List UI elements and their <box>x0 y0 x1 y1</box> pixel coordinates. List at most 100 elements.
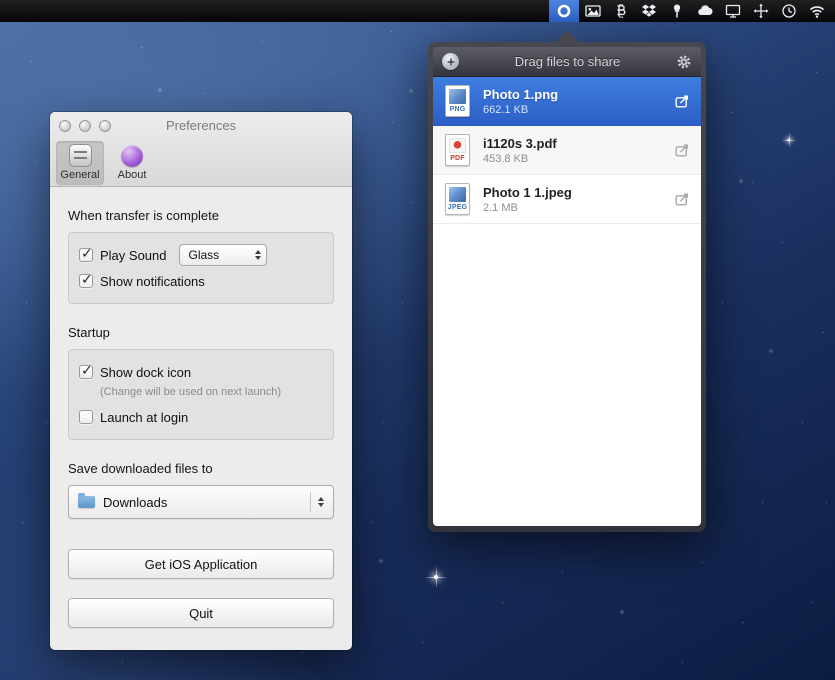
file-type-label: PDF <box>450 155 465 162</box>
quit-button[interactable]: Quit <box>68 598 334 628</box>
settings-gear-button[interactable] <box>676 54 692 70</box>
file-name: i1120s 3.pdf <box>483 136 673 151</box>
menu-bar <box>0 0 835 22</box>
file-size: 2.1 MB <box>483 202 673 214</box>
zoom-button[interactable] <box>99 120 111 132</box>
menubar-move-icon[interactable] <box>747 0 775 22</box>
play-sound-checkbox[interactable] <box>79 248 93 262</box>
document-thumbnail <box>449 138 466 153</box>
menubar-pin-icon[interactable] <box>663 0 691 22</box>
popover-title: Drag files to share <box>459 54 676 69</box>
menubar-bitcoin-icon[interactable] <box>607 0 635 22</box>
gear-icon <box>676 54 692 70</box>
move-arrows-icon <box>753 3 769 19</box>
wifi-icon <box>809 3 825 19</box>
title-bar[interactable]: Preferences <box>50 112 352 139</box>
document-thumbnail <box>449 89 466 104</box>
picture-icon <box>585 3 601 19</box>
folder-icon <box>78 496 95 508</box>
share-popover: Drag files to share PNG Photo 1.png 662.… <box>428 42 706 532</box>
pdf-file-icon: PDF <box>441 132 474 168</box>
save-heading: Save downloaded files to <box>68 461 334 476</box>
save-location-value: Downloads <box>103 495 310 510</box>
share-icon <box>673 142 691 159</box>
stepper-arrows-icon <box>318 497 324 507</box>
bright-star <box>434 575 438 579</box>
document-page: PNG <box>445 85 470 117</box>
cloud-icon <box>697 3 713 19</box>
minimize-button[interactable] <box>79 120 91 132</box>
menubar-dropbox-icon[interactable] <box>635 0 663 22</box>
dropbox-icon <box>641 3 657 19</box>
file-text: Photo 1 1.jpeg 2.1 MB <box>483 185 673 214</box>
preferences-toolbar: General About <box>50 139 352 186</box>
share-icon <box>673 93 691 110</box>
sound-dropdown[interactable]: Glass <box>179 244 267 266</box>
window-chrome: Preferences General About <box>50 112 352 187</box>
file-name: Photo 1 1.jpeg <box>483 185 673 200</box>
file-list: PNG Photo 1.png 662.1 KB PDF <box>433 77 701 526</box>
menubar-share-app-icon[interactable] <box>549 0 579 22</box>
tab-about[interactable]: About <box>108 141 156 185</box>
share-button[interactable] <box>673 142 691 159</box>
preferences-window: Preferences General About When transfer … <box>50 112 352 650</box>
menubar-clock-icon[interactable] <box>775 0 803 22</box>
stepper-arrows-icon <box>255 250 261 260</box>
menubar-cloud-icon[interactable] <box>691 0 719 22</box>
bright-star <box>788 139 791 142</box>
pin-icon <box>669 3 685 19</box>
file-row-photo-1-1-jpeg[interactable]: JPEG Photo 1 1.jpeg 2.1 MB <box>433 175 701 224</box>
traffic-lights <box>59 120 111 132</box>
file-size: 453.8 KB <box>483 153 673 165</box>
preferences-pane: When transfer is complete Play Sound Gla… <box>50 208 352 628</box>
sound-value: Glass <box>189 248 255 262</box>
show-notifications-label: Show notifications <box>100 274 205 289</box>
general-icon <box>69 144 92 167</box>
show-notifications-checkbox[interactable] <box>79 274 93 288</box>
file-row-i1120s-pdf[interactable]: PDF i1120s 3.pdf 453.8 KB <box>433 126 701 175</box>
ring-icon <box>556 3 572 19</box>
tab-label: About <box>118 169 147 181</box>
about-icon <box>121 145 143 167</box>
menubar-image-icon[interactable] <box>579 0 607 22</box>
play-sound-label: Play Sound <box>100 248 167 263</box>
tab-general[interactable]: General <box>56 141 104 185</box>
file-type-label: JPEG <box>448 204 467 211</box>
startup-heading: Startup <box>68 325 334 340</box>
launch-at-login-checkbox[interactable] <box>79 410 93 424</box>
jpeg-file-icon: JPEG <box>441 181 474 217</box>
menubar-wifi-icon[interactable] <box>803 0 831 22</box>
launch-login-row: Launch at login <box>79 404 323 430</box>
play-sound-row: Play Sound Glass <box>79 242 323 268</box>
share-button[interactable] <box>673 191 691 208</box>
bitcoin-icon <box>613 3 629 19</box>
close-button[interactable] <box>59 120 71 132</box>
file-type-label: PNG <box>450 106 466 113</box>
get-ios-application-button[interactable]: Get iOS Application <box>68 549 334 579</box>
file-size: 662.1 KB <box>483 104 673 116</box>
file-row-photo-1-png[interactable]: PNG Photo 1.png 662.1 KB <box>433 77 701 126</box>
file-text: i1120s 3.pdf 453.8 KB <box>483 136 673 165</box>
file-name: Photo 1.png <box>483 87 673 102</box>
add-file-button[interactable] <box>442 53 459 70</box>
png-file-icon: PNG <box>441 83 474 119</box>
save-location-dropdown[interactable]: Downloads <box>68 485 334 519</box>
document-thumbnail <box>449 187 466 202</box>
plus-icon <box>445 56 457 68</box>
share-icon <box>673 191 691 208</box>
clock-icon <box>781 3 797 19</box>
dock-icon-row: Show dock icon <box>79 359 323 385</box>
tab-label: General <box>60 169 99 181</box>
launch-at-login-label: Launch at login <box>100 410 188 425</box>
display-icon <box>725 3 741 19</box>
startup-groupbox: Show dock icon (Change will be used on n… <box>68 349 334 440</box>
notifications-row: Show notifications <box>79 268 323 294</box>
transfer-groupbox: Play Sound Glass Show notifications <box>68 232 334 304</box>
popover-header: Drag files to share <box>433 47 701 77</box>
transfer-heading: When transfer is complete <box>68 208 334 223</box>
menubar-display-icon[interactable] <box>719 0 747 22</box>
share-button[interactable] <box>673 93 691 110</box>
show-dock-icon-checkbox[interactable] <box>79 365 93 379</box>
divider <box>310 492 311 512</box>
dock-icon-hint: (Change will be used on next launch) <box>100 386 323 398</box>
